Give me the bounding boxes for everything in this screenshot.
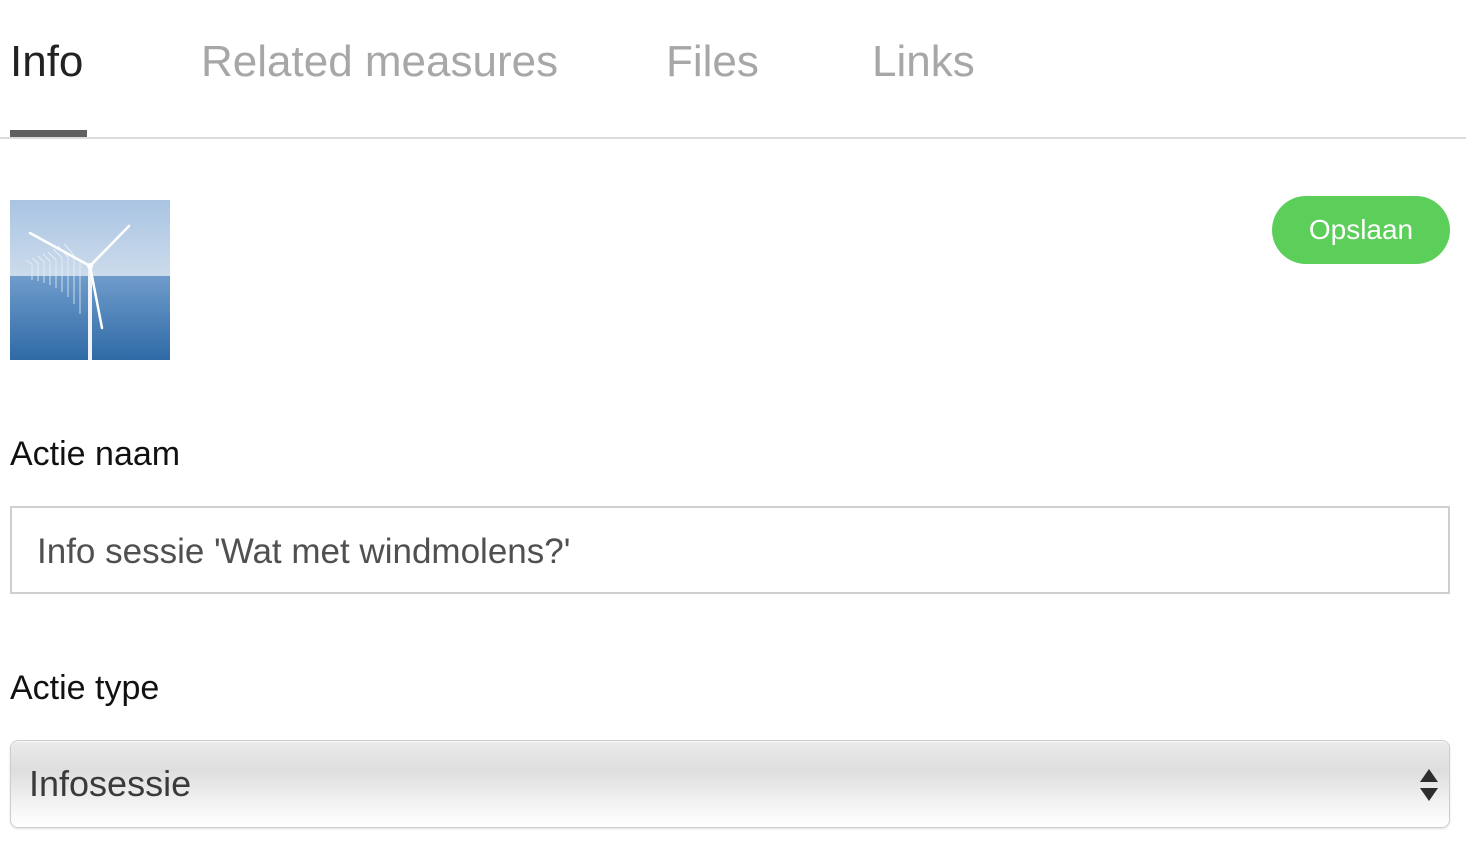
action-type-selected-value: Infosessie [29, 763, 192, 804]
active-tab-indicator [10, 130, 87, 137]
save-button[interactable]: Opslaan [1272, 196, 1450, 264]
tab-links[interactable]: Links [872, 34, 975, 90]
wind-turbine-photo-icon [10, 200, 170, 360]
tab-info[interactable]: Info [10, 34, 83, 90]
action-name-value: Info sessie 'Wat met windmolens?' [37, 532, 571, 571]
action-type-select[interactable]: Infosessie [10, 740, 1450, 828]
action-name-field[interactable]: Info sessie 'Wat met windmolens?' [10, 506, 1450, 594]
select-updown-icon [1420, 769, 1438, 801]
action-thumbnail-image[interactable] [10, 200, 170, 360]
action-name-label: Actie naam [10, 435, 181, 473]
tab-bar: Info Related measures Files Links [0, 0, 1466, 139]
tab-files[interactable]: Files [666, 34, 759, 90]
action-type-label: Actie type [10, 669, 160, 707]
tab-related-measures[interactable]: Related measures [201, 34, 558, 90]
